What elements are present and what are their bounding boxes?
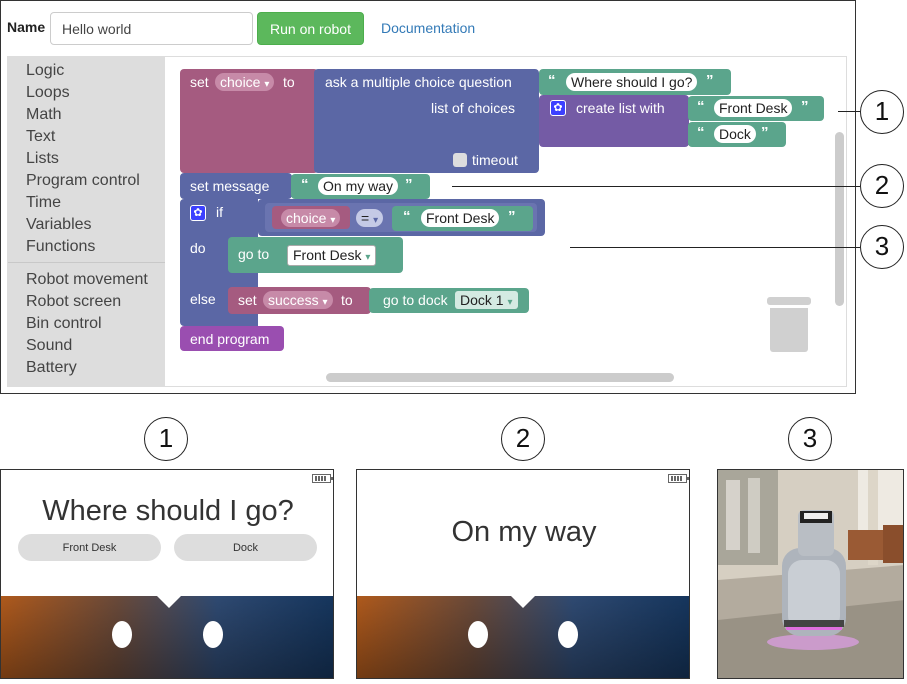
create-list-label: create list with: [576, 100, 665, 116]
toolbox-separator: [8, 262, 165, 263]
timeout-label: timeout: [472, 152, 518, 168]
operator-dropdown[interactable]: = ▾: [356, 209, 384, 227]
if-keyword: if: [216, 204, 223, 220]
variable-dropdown-choice[interactable]: choice ▾: [215, 73, 275, 91]
trash-icon[interactable]: [767, 297, 811, 305]
set-keyword: set: [238, 292, 257, 308]
callout-1: 1: [860, 90, 904, 134]
gear-icon[interactable]: ✿: [550, 100, 566, 116]
quote-icon: ”: [508, 208, 516, 225]
quote-icon: “: [548, 72, 556, 89]
documentation-link[interactable]: Documentation: [381, 20, 475, 36]
ask-label: ask a multiple choice question: [325, 74, 512, 90]
go-to-label: go to: [238, 246, 270, 262]
vertical-scrollbar[interactable]: [835, 132, 844, 306]
callout-2: 2: [860, 164, 904, 208]
category-sound[interactable]: Sound: [26, 337, 72, 355]
quote-icon: “: [697, 98, 705, 115]
robot-eye-left: [468, 621, 488, 648]
callout-1: 1: [144, 417, 188, 461]
quote-icon: ”: [801, 98, 809, 115]
dock-value: Dock 1: [460, 292, 504, 308]
question-text: Where should I go?: [42, 495, 294, 527]
quote-icon: “: [403, 208, 411, 225]
to-keyword: to: [283, 74, 295, 90]
quote-icon: ”: [706, 72, 714, 89]
speech-pointer: [157, 596, 181, 608]
robot-photo: [717, 469, 904, 679]
question-text-field[interactable]: Where should I go?: [566, 73, 698, 91]
gear-icon[interactable]: ✿: [190, 205, 206, 221]
quote-icon: “: [301, 176, 309, 193]
category-robot-movement[interactable]: Robot movement: [26, 271, 148, 289]
message-text-field[interactable]: On my way: [318, 177, 399, 195]
choice-button-front-desk[interactable]: Front Desk: [18, 534, 161, 561]
variable-dropdown-choice[interactable]: choice ▾: [281, 209, 341, 227]
category-text[interactable]: Text: [26, 128, 55, 146]
variable-dropdown-success[interactable]: success ▾: [263, 291, 333, 309]
name-label: Name: [7, 19, 46, 35]
list-of-choices-label: list of choices: [431, 100, 516, 116]
set-keyword: set: [190, 74, 209, 90]
trash-can-body[interactable]: [770, 308, 808, 352]
callout-leader-1: [838, 111, 860, 112]
category-logic[interactable]: Logic: [26, 62, 64, 80]
robot-screen-question: Where should I go? Front Desk Dock: [0, 469, 334, 679]
category-math[interactable]: Math: [26, 106, 62, 124]
go-to-target-dropdown[interactable]: Front Desk ▾: [287, 245, 377, 266]
callout-leader-3: [570, 247, 860, 248]
category-robot-screen[interactable]: Robot screen: [26, 293, 121, 311]
callout-leader-2: [452, 186, 860, 187]
horizontal-scrollbar[interactable]: [326, 373, 674, 382]
run-on-robot-button[interactable]: Run on robot: [257, 12, 364, 45]
do-keyword: do: [190, 240, 206, 256]
screen-dialog: [1, 470, 333, 596]
end-program-label: end program: [190, 331, 270, 347]
battery-icon: [312, 474, 333, 483]
set-message-label: set message: [190, 178, 270, 194]
dock-dropdown[interactable]: Dock 1 ▾: [455, 291, 518, 309]
program-name-input[interactable]: [50, 12, 253, 45]
choice2-text-field[interactable]: Dock: [714, 125, 756, 143]
variable-name: success: [268, 292, 319, 308]
message-text: On my way: [451, 516, 597, 548]
battery-icon: [668, 474, 689, 483]
timeout-checkbox[interactable]: [453, 153, 467, 167]
category-lists[interactable]: Lists: [26, 150, 59, 168]
operator-value: =: [361, 210, 370, 226]
category-battery[interactable]: Battery: [26, 359, 77, 377]
choice1-text-field[interactable]: Front Desk: [714, 99, 793, 117]
to-keyword: to: [341, 292, 353, 308]
variable-name: choice: [286, 210, 327, 226]
speech-pointer: [511, 596, 535, 608]
quote-icon: ”: [405, 176, 413, 193]
variable-name: choice: [220, 74, 261, 90]
category-time[interactable]: Time: [26, 194, 61, 212]
callout-3: 3: [788, 417, 832, 461]
go-to-dock-label: go to dock: [383, 292, 448, 308]
robot-screen-message: On my way: [356, 469, 690, 679]
category-variables[interactable]: Variables: [26, 216, 92, 234]
robot-eye-right: [203, 621, 223, 648]
category-loops[interactable]: Loops: [26, 84, 70, 102]
robot-eye-left: [112, 621, 132, 648]
choice-button-dock[interactable]: Dock: [174, 534, 317, 561]
callout-2: 2: [501, 417, 545, 461]
category-bin-control[interactable]: Bin control: [26, 315, 102, 333]
callout-3: 3: [860, 225, 904, 269]
compare-text-field[interactable]: Front Desk: [421, 209, 500, 227]
robot-photo-illustration: [718, 470, 903, 678]
category-program-control[interactable]: Program control: [26, 172, 140, 190]
go-to-target-value: Front Desk: [293, 247, 362, 263]
category-functions[interactable]: Functions: [26, 238, 95, 256]
else-keyword: else: [190, 291, 216, 307]
robot-eye-right: [558, 621, 578, 648]
quote-icon: ”: [761, 124, 769, 141]
quote-icon: “: [697, 124, 705, 141]
